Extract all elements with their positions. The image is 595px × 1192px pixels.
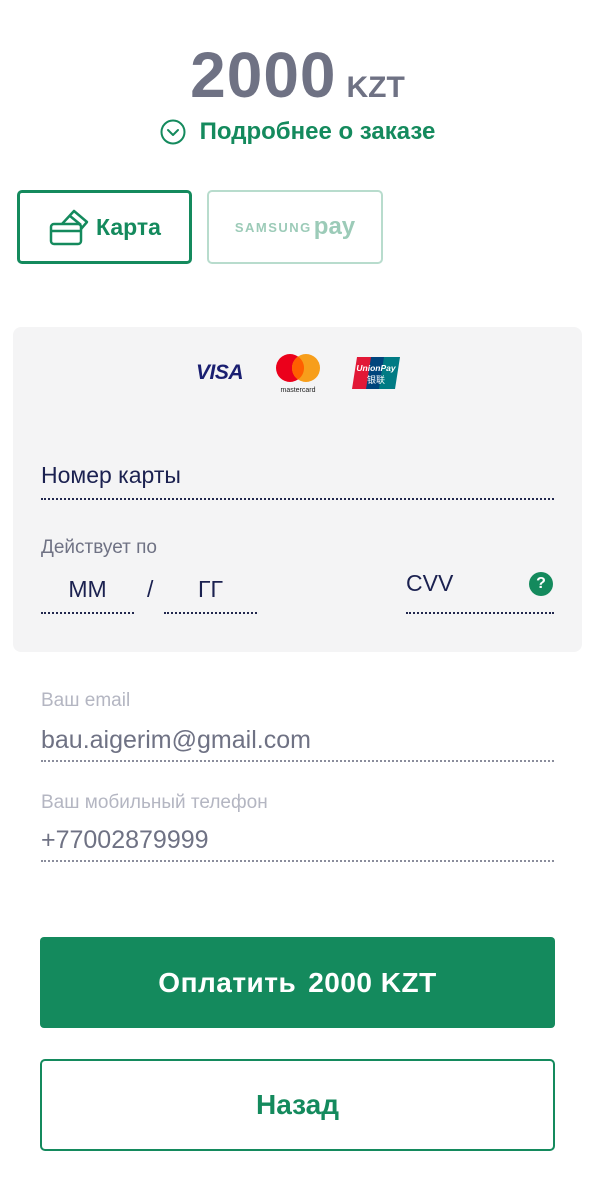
card-number-placeholder: Номер карты bbox=[41, 462, 181, 488]
back-button[interactable]: Назад bbox=[40, 1059, 555, 1151]
pay-button[interactable]: Оплатить 2000 KZT bbox=[40, 937, 555, 1028]
tab-card-label: Карта bbox=[96, 213, 161, 240]
mastercard-wordmark: mastercard bbox=[280, 387, 315, 394]
cvv-help-icon[interactable]: ? bbox=[529, 572, 553, 596]
card-icon bbox=[49, 209, 89, 246]
phone-input[interactable]: +77002879999 bbox=[41, 824, 554, 862]
order-details-label: Подробнее о заказе bbox=[199, 118, 436, 145]
email-input[interactable]: bau.aigerim@gmail.com bbox=[41, 724, 554, 762]
unionpay-chinese-wordmark: 银联 bbox=[367, 374, 385, 386]
unionpay-wordmark: UnionPay bbox=[356, 363, 396, 373]
pay-button-label: Оплатить bbox=[158, 966, 297, 998]
email-value: bau.aigerim@gmail.com bbox=[41, 726, 311, 754]
expiry-separator: / bbox=[147, 576, 154, 602]
mastercard-logo-icon: mastercard bbox=[276, 354, 320, 394]
order-amount: 2000 KZT bbox=[0, 38, 595, 112]
expiry-label: Действует по bbox=[41, 537, 157, 558]
cvv-placeholder: CVV bbox=[406, 570, 454, 596]
unionpay-logo-icon: UnionPay 银联 bbox=[352, 357, 400, 389]
email-label: Ваш email bbox=[41, 690, 131, 711]
expiry-month-input[interactable]: ММ bbox=[41, 572, 134, 614]
amount-value: 2000 bbox=[190, 39, 337, 111]
card-number-input[interactable]: Номер карты bbox=[41, 458, 554, 500]
expiry-month-placeholder: ММ bbox=[68, 576, 107, 602]
samsung-logo-text: SAMSUNG bbox=[234, 219, 312, 235]
expiry-year-input[interactable]: ГГ bbox=[164, 572, 257, 614]
visa-logo: VISA bbox=[196, 361, 244, 384]
phone-value: +77002879999 bbox=[41, 826, 209, 854]
phone-label: Ваш мобильный телефон bbox=[41, 792, 268, 813]
tab-samsung-pay[interactable]: SAMSUNG pay bbox=[207, 190, 383, 264]
samsung-pay-text: pay bbox=[313, 213, 356, 240]
pay-button-amount: 2000 KZT bbox=[308, 966, 437, 998]
amount-currency: KZT bbox=[346, 71, 405, 104]
chevron-down-circle-icon bbox=[160, 119, 186, 145]
tab-card[interactable]: Карта bbox=[17, 190, 192, 264]
order-details-link[interactable]: Подробнее о заказе bbox=[0, 118, 595, 146]
expiry-year-placeholder: ГГ bbox=[198, 576, 223, 602]
back-button-label: Назад bbox=[255, 1089, 340, 1120]
